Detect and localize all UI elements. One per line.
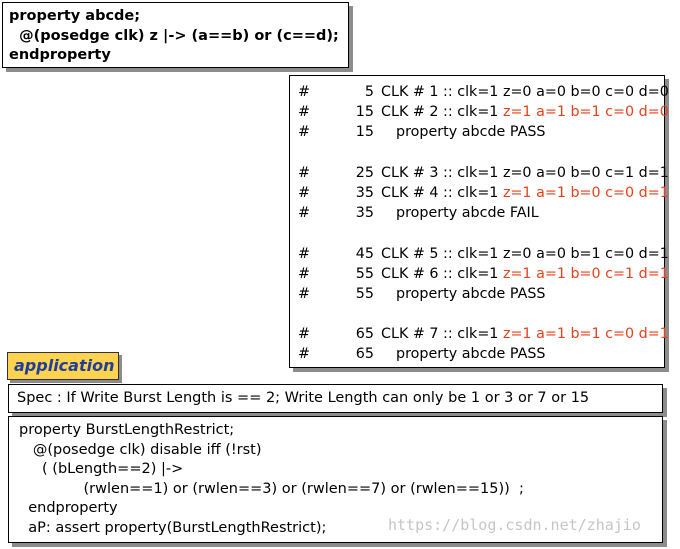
code-line: (rwlen==1) or (rwlen==3) or (rwlen==7) o… [19, 480, 524, 497]
log-hash: # [298, 205, 310, 222]
log-clock-prefix: CLK # 6 :: clk=1 [381, 265, 503, 282]
property-line: @(posedge clk) z |-> (a==b) or (c==d); [9, 27, 339, 44]
log-time: 55 [355, 285, 374, 302]
log-message: CLK # 4 :: clk=1 z=1 a=1 b=0 c=0 d=1 [381, 183, 669, 203]
log-clock-prefix: CLK # 5 :: clk=1 [381, 245, 503, 262]
property-line: property abcde; [9, 8, 141, 24]
log-time: 15 [355, 124, 374, 141]
log-line: #65 CLK # 7 :: clk=1 z=1 a=1 b=1 c=0 d=1 [296, 324, 669, 344]
log-line: #15 CLK # 2 :: clk=1 z=1 a=1 b=1 c=0 d=0 [296, 102, 669, 122]
log-signal-values: z=0 a=0 b=1 c=0 d=1 [502, 245, 669, 262]
log-time: 15 [355, 104, 374, 121]
log-gap [296, 304, 658, 324]
log-signal-values: z=0 a=0 b=0 c=1 d=1 [502, 164, 669, 181]
log-gap [296, 223, 658, 243]
log-property-result: property abcde FAIL [396, 205, 539, 222]
log-clock-prefix: CLK # 4 :: clk=1 [381, 184, 503, 201]
log-signal-values-highlight: z=1 a=1 b=0 c=0 d=1 [502, 184, 669, 201]
log-message: property abcde FAIL [396, 203, 539, 223]
log-line: #15 property abcde PASS [296, 122, 658, 142]
watermark-text: https://blog.csdn.net/zhajio [388, 516, 641, 534]
log-time: 65 [355, 326, 374, 343]
log-clock-prefix: CLK # 2 :: clk=1 [381, 104, 503, 121]
log-hash: # [298, 84, 310, 100]
log-time: 45 [355, 245, 374, 262]
log-gap [296, 143, 658, 163]
log-hash: # [298, 164, 310, 181]
log-clock-prefix: CLK # 7 :: clk=1 [381, 326, 503, 343]
log-time: 55 [355, 265, 374, 282]
log-message: property abcde PASS [396, 122, 546, 142]
log-hash: # [298, 265, 310, 282]
log-line: #25 CLK # 3 :: clk=1 z=0 a=0 b=0 c=1 d=1 [296, 163, 669, 183]
log-message: CLK # 6 :: clk=1 z=1 a=1 b=0 c=1 d=1 [381, 264, 669, 284]
log-message: CLK # 7 :: clk=1 z=1 a=1 b=1 c=0 d=1 [381, 324, 669, 344]
simulation-log-box: #5 CLK # 1 :: clk=1 z=0 a=0 b=0 c=0 d=0 #1… [289, 75, 669, 368]
log-hash: # [298, 346, 310, 363]
log-time: 65 [355, 346, 374, 363]
log-line: #55 property abcde PASS [296, 284, 658, 304]
log-signal-values-highlight: z=1 a=1 b=0 c=1 d=1 [502, 265, 669, 282]
log-line: #45 CLK # 5 :: clk=1 z=0 a=0 b=1 c=0 d=1 [296, 244, 669, 264]
log-message: CLK # 1 :: clk=1 z=0 a=0 b=0 c=0 d=0 [381, 82, 669, 102]
spec-box: Spec : If Write Burst Length is == 2; Wr… [8, 384, 663, 413]
log-message: CLK # 5 :: clk=1 z=0 a=0 b=1 c=0 d=1 [381, 244, 669, 264]
code-line: @(posedge clk) disable iff (!rst) [19, 441, 262, 458]
log-line: #5 CLK # 1 :: clk=1 z=0 a=0 b=0 c=0 d=0 [296, 82, 669, 102]
log-message: property abcde PASS [396, 284, 546, 304]
log-message: property abcde PASS [396, 344, 546, 364]
code-line: ( (bLength==2) |-> [19, 461, 184, 477]
log-line: #55 CLK # 6 :: clk=1 z=1 a=1 b=0 c=1 d=1 [296, 264, 669, 284]
log-line: #35 CLK # 4 :: clk=1 z=1 a=1 b=0 c=0 d=1 [296, 183, 669, 203]
log-time: 5 [364, 84, 374, 100]
application-tag: application [7, 352, 119, 380]
property-abcde-box: property abcde; @(posedge clk) z |-> (a=… [2, 2, 349, 68]
log-signal-values-highlight: z=1 a=1 b=1 c=0 d=1 [502, 326, 669, 343]
log-property-result: property abcde PASS [396, 285, 546, 302]
log-hash: # [298, 124, 310, 141]
log-property-result: property abcde PASS [396, 124, 546, 141]
log-hash: # [298, 285, 310, 302]
log-hash: # [298, 245, 310, 262]
log-line: #35 property abcde FAIL [296, 203, 658, 223]
log-signal-values-highlight: z=1 a=1 b=1 c=0 d=0 [502, 104, 669, 121]
log-hash: # [298, 326, 310, 343]
log-clock-prefix: CLK # 1 :: clk=1 [381, 84, 503, 100]
log-property-result: property abcde PASS [396, 346, 546, 363]
log-line: #65 property abcde PASS [296, 344, 658, 364]
spec-text: Spec : If Write Burst Length is == 2; Wr… [17, 390, 590, 406]
log-clock-prefix: CLK # 3 :: clk=1 [381, 164, 503, 181]
log-hash: # [298, 104, 310, 121]
log-signal-values: z=0 a=0 b=0 c=0 d=0 [502, 84, 669, 100]
property-line: endproperty [9, 47, 111, 63]
log-time: 25 [355, 164, 374, 181]
code-line: property BurstLengthRestrict; [19, 422, 235, 438]
log-time: 35 [355, 205, 374, 222]
log-time: 35 [355, 184, 374, 201]
log-hash: # [298, 184, 310, 201]
log-message: CLK # 2 :: clk=1 z=1 a=1 b=1 c=0 d=0 [381, 102, 669, 122]
log-message: CLK # 3 :: clk=1 z=0 a=0 b=0 c=1 d=1 [381, 163, 669, 183]
